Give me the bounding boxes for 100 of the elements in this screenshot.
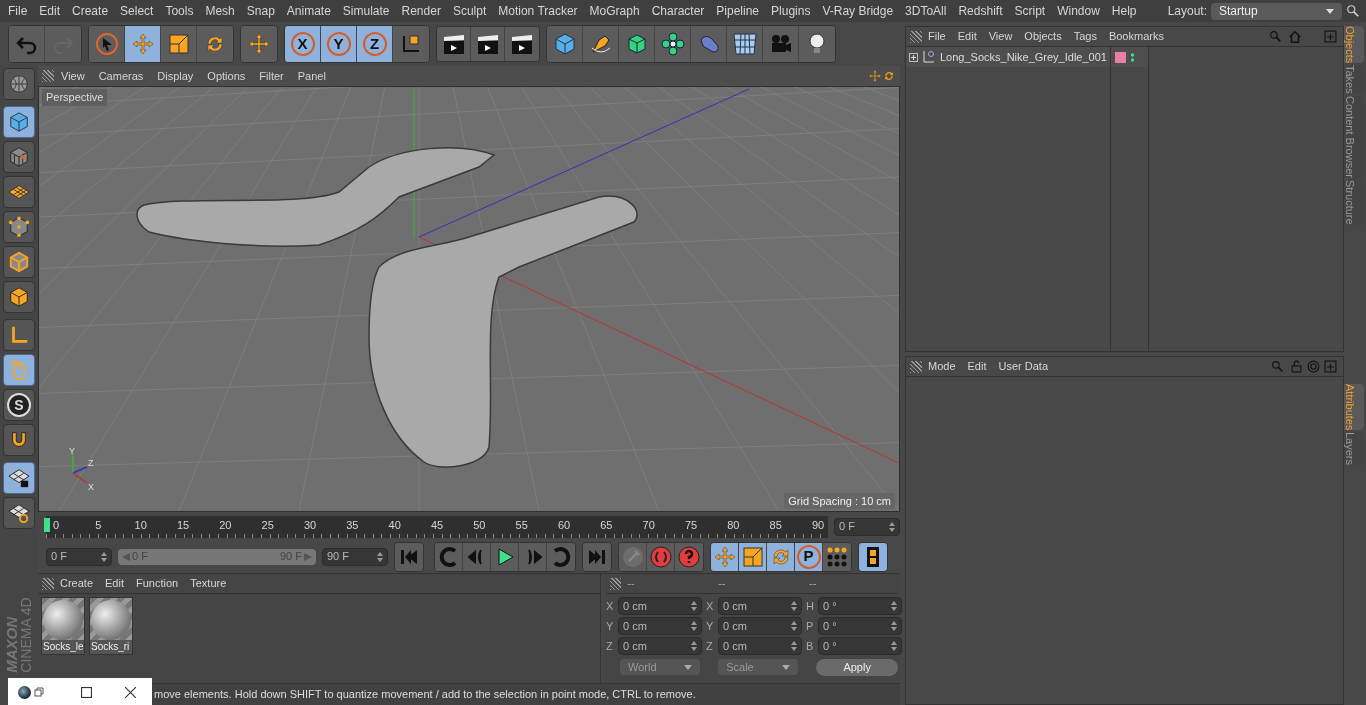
- loopback-tool-button[interactable]: [435, 542, 463, 571]
- viewport-menu-item[interactable]: Options: [200, 67, 253, 85]
- mouse-tool-button[interactable]: [3, 354, 35, 386]
- menu-item[interactable]: V-Ray Bridge: [816, 2, 900, 20]
- material-swatch[interactable]: Socks_le: [41, 597, 85, 655]
- menu-item[interactable]: Pipeline: [710, 2, 766, 20]
- current-frame-field[interactable]: 0 F: [834, 517, 900, 536]
- menu-item[interactable]: Redshift: [952, 2, 1009, 20]
- edges-tool-button[interactable]: [3, 246, 35, 278]
- spinner-arrows-icon[interactable]: [691, 601, 697, 611]
- timeline-ruler[interactable]: 0 5 10 15 20 25 30 35 40 45 50 55 60 65 70 75 80 85 90: [46, 515, 828, 538]
- spinner-arrows-icon[interactable]: [791, 621, 797, 631]
- menu-item[interactable]: Character: [645, 2, 711, 20]
- tag-swatch[interactable]: [1115, 51, 1126, 63]
- points-tool-button[interactable]: [3, 211, 35, 243]
- grip-handle-icon[interactable]: [42, 577, 54, 590]
- object-menu-item[interactable]: Bookmarks: [1102, 28, 1170, 45]
- menu-item[interactable]: Select: [114, 2, 160, 20]
- material-menu-item[interactable]: Texture: [184, 575, 233, 592]
- viewport-menu-item[interactable]: View: [54, 67, 92, 85]
- menu-item[interactable]: Help: [1105, 2, 1143, 20]
- grip-handle-icon[interactable]: [910, 360, 922, 373]
- material-menu-item[interactable]: Function: [130, 575, 185, 592]
- apply-button[interactable]: Apply: [816, 659, 898, 676]
- menu-item[interactable]: File: [2, 2, 34, 20]
- attribute-menu-item[interactable]: Edit: [961, 358, 993, 375]
- spinner-arrows-icon[interactable]: [889, 521, 895, 532]
- menu-item[interactable]: Motion Tracker: [492, 2, 584, 20]
- menu-item[interactable]: 3DToAll: [899, 2, 953, 20]
- coordinate-field[interactable]: 0 cm: [618, 617, 702, 635]
- spinner-arrows-icon[interactable]: [691, 641, 697, 651]
- coordinate-field[interactable]: 0 °: [818, 637, 902, 655]
- menu-item[interactable]: Tools: [159, 2, 200, 20]
- start-frame-field[interactable]: 0 F: [46, 547, 112, 566]
- coordinate-field[interactable]: 0 cm: [718, 597, 802, 615]
- menu-item[interactable]: Script: [1008, 2, 1052, 20]
- axis-letter-button[interactable]: X: [285, 26, 321, 62]
- snap-letter-button[interactable]: S: [3, 389, 35, 421]
- grip-handle-icon[interactable]: [910, 30, 922, 43]
- axis-letter-button[interactable]: Y: [321, 26, 357, 62]
- search-icon[interactable]: [1346, 4, 1360, 18]
- menu-item[interactable]: Snap: [240, 2, 281, 20]
- material-menu-item[interactable]: Create: [54, 575, 100, 592]
- playhead-marker[interactable]: [44, 517, 50, 532]
- spinner-arrows-icon[interactable]: [791, 601, 797, 611]
- menu-item[interactable]: Edit: [33, 2, 67, 20]
- spinner-arrows-icon[interactable]: [101, 551, 107, 562]
- film-tool-button[interactable]: [859, 542, 887, 571]
- last-tool-button[interactable]: [583, 542, 611, 571]
- side-tab[interactable]: Content Browser: [1344, 96, 1364, 178]
- record-tool-button[interactable]: [647, 542, 675, 571]
- restore-icon[interactable]: [34, 687, 44, 697]
- menu-item[interactable]: Window: [1051, 2, 1106, 20]
- spinner-arrows-icon[interactable]: [791, 641, 797, 651]
- object-menu-item[interactable]: File: [922, 28, 952, 45]
- menu-item[interactable]: Animate: [280, 2, 337, 20]
- coordinate-field[interactable]: 0 cm: [718, 637, 802, 655]
- object-menu-item[interactable]: Edit: [951, 28, 983, 45]
- first-tool-button[interactable]: [395, 542, 423, 571]
- move-tool-button[interactable]: [241, 26, 277, 62]
- object-menu-item[interactable]: Objects: [1018, 28, 1068, 45]
- coordinate-field[interactable]: 0 °: [818, 617, 902, 635]
- grip-handle-icon[interactable]: [42, 70, 54, 82]
- menu-item[interactable]: Sculpt: [446, 2, 493, 20]
- gridrotate-tool-button[interactable]: [3, 497, 35, 529]
- viewport-menu-item[interactable]: Panel: [290, 67, 333, 85]
- viewport-menu-item[interactable]: Display: [150, 67, 201, 85]
- cube-tool-button[interactable]: [3, 106, 35, 138]
- maximize-icon[interactable]: [81, 686, 92, 698]
- end-frame-field[interactable]: 90 F: [322, 547, 388, 566]
- object-row[interactable]: Long_Socks_Nike_Grey_Idle_001: [906, 47, 1110, 67]
- viewport-menu-item[interactable]: Filter: [252, 67, 291, 85]
- gridlock-tool-button[interactable]: [3, 462, 35, 494]
- attribute-menu-item[interactable]: Mode: [922, 358, 962, 375]
- scale-tool-button[interactable]: [739, 542, 767, 571]
- plane-tool-button[interactable]: [3, 176, 35, 208]
- coordinate-field[interactable]: 0 cm: [618, 597, 702, 615]
- move-tool-button[interactable]: [125, 26, 161, 62]
- expand-icon[interactable]: [909, 52, 918, 62]
- menu-item[interactable]: Plugins: [765, 2, 817, 20]
- object-menu-item[interactable]: Tags: [1067, 28, 1103, 45]
- side-tab[interactable]: Structure: [1344, 180, 1364, 225]
- spinner-arrows-icon[interactable]: [891, 601, 897, 611]
- texture-tool-button[interactable]: [3, 141, 35, 173]
- axis-tool-button[interactable]: [3, 319, 35, 351]
- material-menu-item[interactable]: Edit: [99, 575, 130, 592]
- undo-tool-button[interactable]: [9, 26, 45, 62]
- spinner-arrows-icon[interactable]: [691, 621, 697, 631]
- move-tool-button[interactable]: [711, 542, 739, 571]
- question-tool-button[interactable]: [675, 542, 703, 571]
- side-tab[interactable]: Takes: [1344, 65, 1364, 95]
- spinner-arrows-icon[interactable]: [891, 621, 897, 631]
- viewport-menu-item[interactable]: Cameras: [91, 67, 151, 85]
- spinner-arrows-icon[interactable]: [377, 551, 383, 562]
- object-menu-item[interactable]: View: [982, 28, 1019, 45]
- cube-tool-button[interactable]: [547, 26, 583, 62]
- axis-letter-button[interactable]: P: [795, 542, 823, 571]
- rotate-tool-button[interactable]: [767, 542, 795, 571]
- side-tab[interactable]: Layers: [1344, 431, 1364, 465]
- taskbar-window-bar[interactable]: [8, 678, 152, 705]
